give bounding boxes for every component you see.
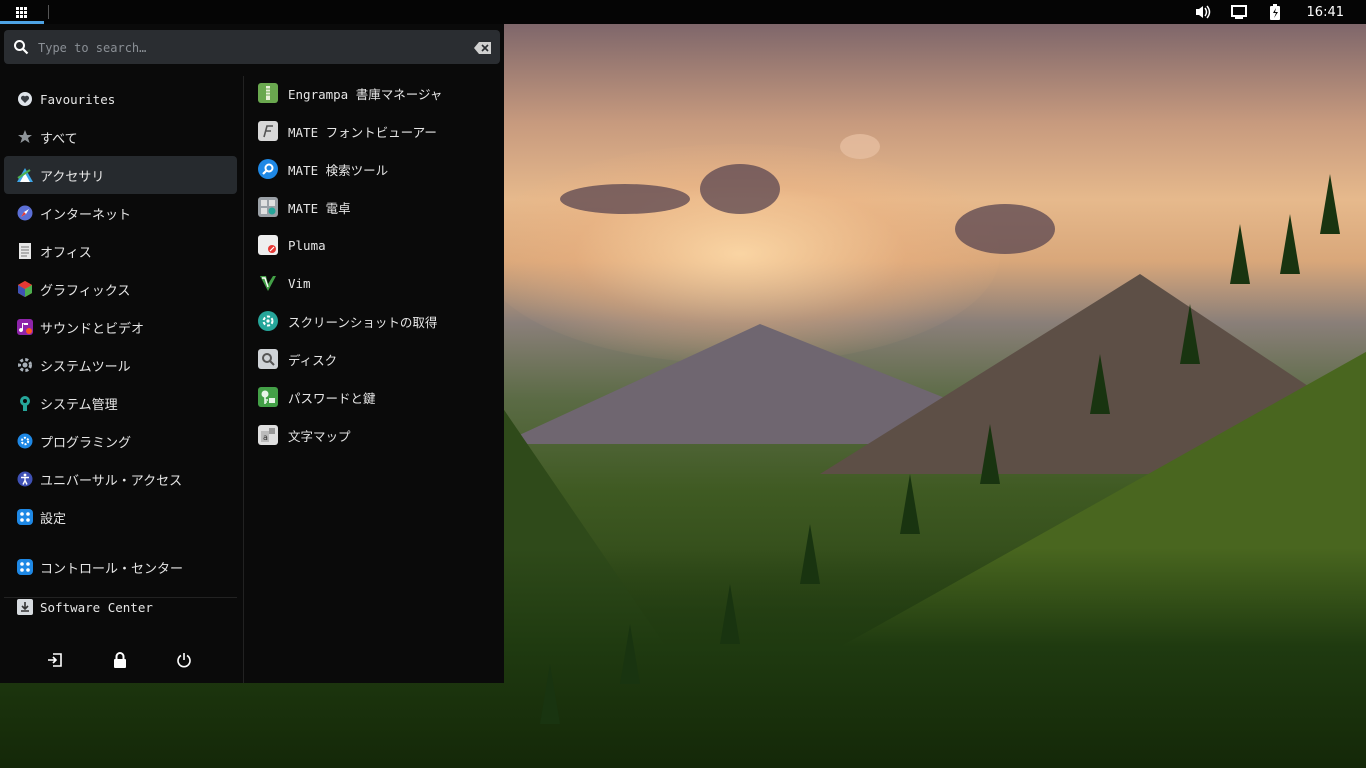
category-label: サウンドとビデオ bbox=[40, 321, 145, 337]
app-engrampa[interactable]: Engrampa 書庫マネージャ bbox=[252, 75, 498, 111]
category-label: インターネット bbox=[40, 207, 132, 223]
software-center-item[interactable]: Software Center bbox=[4, 588, 237, 626]
category-office[interactable]: オフィス bbox=[4, 232, 237, 270]
disk-icon bbox=[258, 349, 278, 369]
heart-icon bbox=[16, 90, 34, 108]
vim-icon bbox=[258, 273, 278, 293]
accessories-icon bbox=[16, 166, 34, 184]
clear-search-icon[interactable] bbox=[474, 40, 492, 59]
category-label: システム管理 bbox=[40, 397, 118, 413]
extra-label: Software Center bbox=[40, 599, 153, 615]
app-label: MATE 検索ツール bbox=[288, 162, 389, 178]
category-label: システムツール bbox=[40, 359, 131, 375]
control-center-icon bbox=[16, 558, 34, 576]
screenshot-icon bbox=[258, 311, 278, 331]
battery-icon[interactable] bbox=[1265, 2, 1285, 22]
calculator-icon bbox=[258, 197, 278, 217]
passwords-keys-icon bbox=[258, 387, 278, 407]
category-system-tools[interactable]: システムツール bbox=[4, 346, 237, 384]
category-label: Favourites bbox=[40, 91, 116, 107]
clock[interactable]: 16:41 bbox=[1307, 5, 1344, 20]
top-panel: 16:41 bbox=[0, 0, 1366, 24]
archive-manager-icon bbox=[258, 83, 278, 103]
multimedia-icon bbox=[16, 318, 34, 336]
category-system-admin[interactable]: システム管理 bbox=[4, 384, 237, 422]
column-divider bbox=[243, 76, 244, 683]
session-buttons bbox=[0, 644, 243, 674]
category-label: グラフィックス bbox=[40, 283, 131, 299]
office-icon bbox=[16, 242, 34, 260]
category-multimedia[interactable]: サウンドとビデオ bbox=[4, 308, 237, 346]
star-icon bbox=[16, 128, 34, 146]
settings-icon bbox=[16, 508, 34, 526]
app-pluma[interactable]: Pluma bbox=[252, 227, 498, 263]
category-label: プログラミング bbox=[40, 435, 132, 451]
app-label: MATE 電卓 bbox=[288, 200, 351, 216]
app-label: Vim bbox=[288, 275, 311, 291]
category-all[interactable]: すべて bbox=[4, 118, 237, 156]
search-tool-icon bbox=[258, 159, 278, 179]
text-editor-icon bbox=[258, 235, 278, 255]
svg-text:a: a bbox=[263, 433, 268, 442]
app-label: スクリーンショットの取得 bbox=[288, 314, 438, 330]
app-label: Pluma bbox=[288, 237, 326, 253]
system-admin-icon bbox=[16, 394, 34, 412]
system-tools-icon bbox=[16, 356, 34, 374]
search-box bbox=[4, 30, 500, 64]
app-search-tool[interactable]: MATE 検索ツール bbox=[252, 151, 498, 187]
character-map-icon: a bbox=[258, 425, 278, 445]
graphics-icon bbox=[16, 280, 34, 298]
programming-icon bbox=[16, 432, 34, 450]
category-list: Favourites すべて アクセサリ インターネット オフィス グラフィック… bbox=[0, 80, 243, 683]
volume-icon[interactable] bbox=[1193, 2, 1213, 22]
category-label: オフィス bbox=[40, 245, 92, 261]
app-grid-icon[interactable] bbox=[8, 3, 34, 21]
app-disks[interactable]: ディスク bbox=[252, 341, 498, 377]
logout-icon[interactable] bbox=[45, 650, 65, 670]
category-accessibility[interactable]: ユニバーサル・アクセス bbox=[4, 460, 237, 498]
panel-separator bbox=[48, 5, 49, 19]
category-internet[interactable]: インターネット bbox=[4, 194, 237, 232]
category-label: 設定 bbox=[40, 511, 67, 527]
app-label: パスワードと鍵 bbox=[288, 390, 376, 406]
search-input[interactable] bbox=[36, 36, 460, 60]
category-favourites[interactable]: Favourites bbox=[4, 80, 237, 118]
app-passwords-keys[interactable]: パスワードと鍵 bbox=[252, 379, 498, 415]
extra-label: コントロール・センター bbox=[40, 561, 184, 577]
search-icon bbox=[13, 39, 29, 59]
lock-icon[interactable] bbox=[110, 650, 130, 670]
app-label: 文字マップ bbox=[288, 428, 351, 444]
font-viewer-icon bbox=[258, 121, 278, 141]
software-center-icon bbox=[16, 598, 34, 616]
power-icon[interactable] bbox=[174, 650, 194, 670]
internet-icon bbox=[16, 204, 34, 222]
category-accessories[interactable]: アクセサリ bbox=[4, 156, 237, 194]
category-programming[interactable]: プログラミング bbox=[4, 422, 237, 460]
active-indicator bbox=[0, 21, 44, 24]
app-label: Engrampa 書庫マネージャ bbox=[288, 86, 443, 102]
display-icon[interactable] bbox=[1229, 2, 1249, 22]
app-screenshot[interactable]: スクリーンショットの取得 bbox=[252, 303, 498, 339]
category-label: ユニバーサル・アクセス bbox=[40, 473, 183, 489]
app-label: ディスク bbox=[288, 352, 338, 368]
accessibility-icon bbox=[16, 470, 34, 488]
app-vim[interactable]: Vim bbox=[252, 265, 498, 301]
app-character-map[interactable]: a 文字マップ bbox=[252, 417, 498, 453]
category-label: アクセサリ bbox=[40, 169, 105, 185]
app-font-viewer[interactable]: MATE フォントビューアー bbox=[252, 113, 498, 149]
category-settings[interactable]: 設定 bbox=[4, 498, 237, 536]
control-center-item[interactable]: コントロール・センター bbox=[4, 548, 237, 586]
category-graphics[interactable]: グラフィックス bbox=[4, 270, 237, 308]
application-menu: Favourites すべて アクセサリ インターネット オフィス グラフィック… bbox=[0, 24, 504, 683]
app-label: MATE フォントビューアー bbox=[288, 124, 437, 140]
system-tray: 16:41 bbox=[1185, 0, 1366, 24]
category-label: すべて bbox=[40, 131, 78, 147]
app-calculator[interactable]: MATE 電卓 bbox=[252, 189, 498, 225]
